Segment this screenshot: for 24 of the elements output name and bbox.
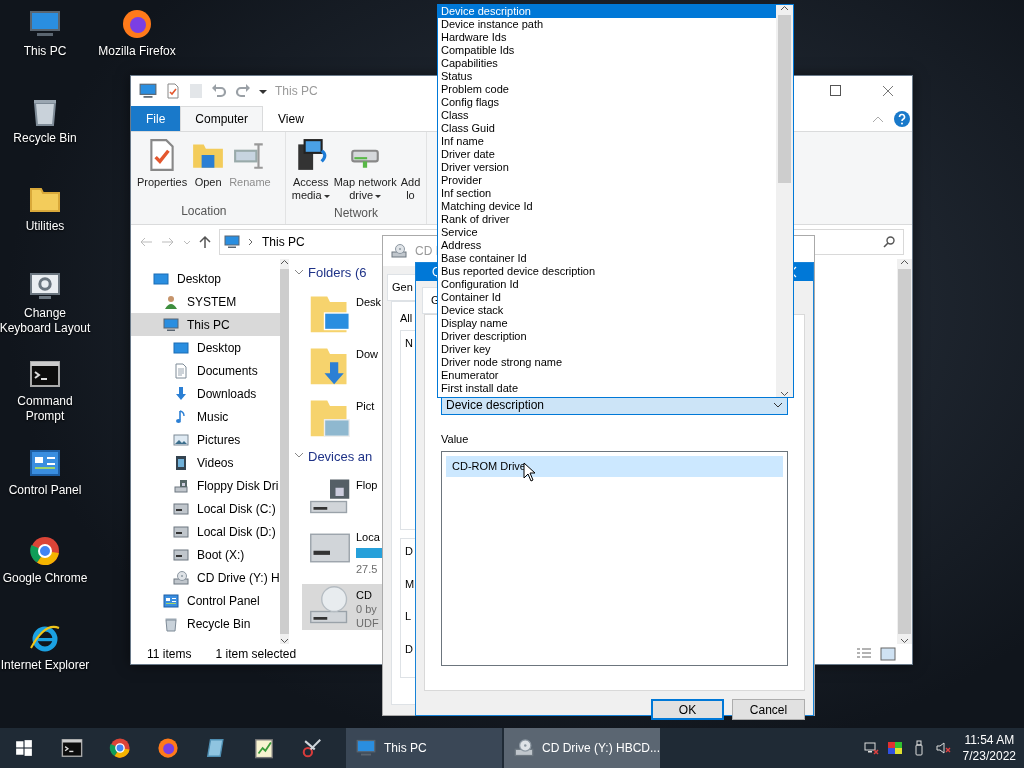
field-label: L bbox=[405, 609, 412, 624]
field-label: All bbox=[400, 310, 413, 326]
group-label: Network bbox=[332, 205, 379, 222]
time-text: 11:54 AM bbox=[963, 732, 1016, 748]
tile-text: Loca bbox=[356, 530, 381, 544]
tile-text: Flop bbox=[356, 478, 378, 492]
tile-text: 0 by bbox=[356, 602, 378, 616]
tile-text: CD bbox=[356, 588, 373, 602]
address-text: This PC bbox=[262, 234, 305, 251]
tile-text: UDF bbox=[356, 616, 379, 630]
tile-text: Dow bbox=[356, 346, 378, 361]
status-text: 1 item selected bbox=[215, 646, 297, 663]
date-text: 7/23/2022 bbox=[962, 748, 1016, 764]
tile-text: Desk bbox=[356, 294, 382, 309]
tile-text: Pict bbox=[356, 398, 375, 413]
field-label: Value bbox=[441, 431, 470, 447]
column-header: N bbox=[405, 336, 413, 351]
tile-text: 27.5 bbox=[356, 562, 379, 576]
field-label: D bbox=[405, 641, 413, 657]
window-title: This PC bbox=[275, 83, 318, 100]
group-label: Location bbox=[180, 203, 228, 220]
field-label: D bbox=[405, 544, 413, 559]
status-text: 11 items bbox=[147, 646, 192, 663]
field-label: M bbox=[405, 576, 415, 592]
